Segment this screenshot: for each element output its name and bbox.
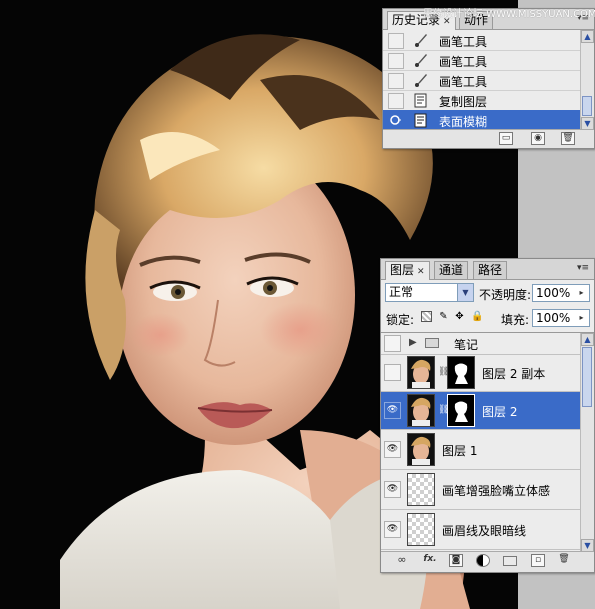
opacity-value: 100%	[536, 286, 571, 300]
tab-paths[interactable]: 路径	[473, 261, 508, 279]
chevron-down-icon[interactable]: ▸	[575, 311, 588, 325]
layer-thumbnail	[407, 394, 435, 427]
layer-mask-thumbnail[interactable]	[447, 394, 475, 427]
visibility-toggle[interactable]	[384, 364, 401, 381]
brush-icon	[413, 72, 429, 88]
history-item-selected[interactable]: 表面模糊	[383, 110, 580, 131]
link-icon[interactable]: ∞	[395, 554, 409, 567]
visibility-toggle[interactable]	[384, 335, 401, 352]
brush-icon	[413, 52, 429, 68]
history-item-label: 复制图层	[439, 95, 488, 109]
layers-panel-tabbar: 图层 ✕ 通道 路径 ▾≡	[381, 259, 594, 280]
layer-mask-thumbnail[interactable]	[447, 356, 475, 389]
layer-row-selected[interactable]: 👁 ⛓ 图层 2	[381, 392, 580, 430]
folder-icon	[425, 338, 439, 348]
chain-link-icon[interactable]: ⛓	[438, 405, 449, 416]
eye-icon[interactable]: 👁	[384, 481, 401, 498]
layers-scrollbar[interactable]: ▲ ▼	[580, 333, 594, 552]
history-list: 画笔工具 画笔工具 画笔工具 复制图层 表面模糊 ▲ ▼	[383, 30, 594, 131]
tab-paths-label: 路径	[478, 263, 503, 277]
chain-link-icon[interactable]: ⛓	[438, 367, 449, 378]
history-item[interactable]: 复制图层	[383, 90, 580, 111]
panel-menu-icon[interactable]: ▾≡	[576, 262, 590, 275]
layers-footer: ∞ fx. ◙ ▫ 🗑	[381, 551, 594, 572]
scroll-up-icon[interactable]: ▲	[581, 333, 594, 346]
new-layer-icon[interactable]: ▫	[531, 554, 545, 567]
history-item-label: 画笔工具	[439, 55, 488, 69]
history-item-label: 画笔工具	[439, 75, 488, 89]
layer-thumbnail	[407, 473, 435, 506]
watermark: 思缘设计论坛 WWW.MISSYUAN.COM	[423, 9, 595, 20]
layer-name: 画笔增强脸嘴立体感	[442, 484, 551, 498]
layer-list: ▶ 笔记 ⛓ 图层 2 副本 👁 ⛓ 图层 2 👁 图层 1 👁 画笔增强脸嘴立…	[381, 332, 594, 552]
layer-name: 图层 1	[442, 444, 478, 458]
layer-name: 画眉线及眼暗线	[442, 524, 527, 538]
history-item-label: 表面模糊	[439, 115, 488, 129]
layer-row[interactable]: ⛓ 图层 2 副本	[381, 355, 580, 392]
layer-thumbnail	[407, 356, 435, 389]
close-icon[interactable]: ✕	[417, 267, 425, 277]
history-scrollbar[interactable]: ▲ ▼	[580, 30, 594, 130]
layer-row-group[interactable]: ▶ 笔记	[381, 333, 580, 355]
fill-field[interactable]: 100% ▸	[532, 309, 590, 327]
fill-label: 填充:	[501, 313, 530, 327]
chevron-down-icon: ▼	[457, 284, 473, 301]
tab-layers[interactable]: 图层 ✕	[385, 261, 430, 280]
snapshot-source-checkbox[interactable]	[388, 73, 404, 89]
tab-channels[interactable]: 通道	[434, 261, 469, 279]
fill-value: 100%	[536, 311, 571, 325]
mask-icon[interactable]: ◙	[449, 554, 463, 567]
layer-name: 图层 2	[482, 405, 518, 419]
tab-layers-label: 图层	[390, 263, 415, 277]
scroll-up-icon[interactable]: ▲	[581, 30, 594, 43]
lock-label: 锁定:	[386, 313, 415, 327]
history-footer: ▭ ◉ 🗑	[383, 129, 594, 148]
lock-all-icon[interactable]: 🔒	[471, 311, 483, 322]
scroll-thumb[interactable]	[582, 347, 592, 407]
history-panel: 历史记录 ✕ 动作 ▾≡ 思缘设计论坛 WWW.MISSYUAN.COM 画笔工具…	[382, 8, 595, 149]
blend-mode-select[interactable]: 正常 ▼	[385, 283, 474, 302]
history-item[interactable]: 画笔工具	[383, 30, 580, 51]
history-brush-source-icon[interactable]	[388, 113, 402, 127]
disclosure-triangle-icon[interactable]: ▶	[409, 337, 417, 348]
snapshot-source-checkbox[interactable]	[388, 93, 404, 109]
history-item-label: 画笔工具	[439, 35, 488, 49]
lock-transparent-icon[interactable]	[421, 311, 432, 322]
history-state-icon	[413, 112, 429, 128]
blend-mode-value: 正常	[389, 285, 414, 299]
layer-name: 笔记	[454, 338, 479, 352]
folder-icon[interactable]	[503, 556, 517, 566]
layer-thumbnail	[407, 513, 435, 546]
layer-row[interactable]: 👁 图层 1	[381, 430, 580, 470]
layer-row[interactable]: 👁 画眉线及眼暗线	[381, 510, 580, 550]
eye-icon[interactable]: 👁	[384, 441, 401, 458]
lock-move-icon[interactable]: ✥	[454, 311, 465, 322]
adjustment-icon[interactable]	[476, 554, 490, 567]
eye-icon[interactable]: 👁	[384, 402, 401, 419]
camera-snapshot-icon[interactable]: ◉	[531, 132, 545, 145]
trash-icon[interactable]: 🗑	[561, 132, 575, 145]
scroll-thumb[interactable]	[582, 96, 592, 116]
chevron-down-icon[interactable]: ▸	[575, 286, 588, 300]
history-item[interactable]: 画笔工具	[383, 50, 580, 71]
opacity-label: 不透明度:	[479, 288, 532, 302]
trash-icon[interactable]: 🗑	[557, 554, 571, 567]
tab-channels-label: 通道	[439, 263, 464, 277]
opacity-field[interactable]: 100% ▸	[532, 284, 590, 302]
history-item[interactable]: 画笔工具	[383, 70, 580, 91]
brush-icon	[413, 32, 429, 48]
eye-icon[interactable]: 👁	[384, 521, 401, 538]
history-state-icon	[413, 92, 429, 108]
layers-panel: 图层 ✕ 通道 路径 ▾≡ 正常 ▼ 不透明度: 100% ▸ 锁定: ✎ ✥ 🔒…	[380, 258, 595, 573]
fx-icon[interactable]: fx.	[419, 554, 441, 567]
lock-paint-icon[interactable]: ✎	[438, 311, 449, 322]
layer-row[interactable]: 👁 画笔增强脸嘴立体感	[381, 470, 580, 510]
new-document-from-state-icon[interactable]: ▭	[499, 132, 513, 145]
snapshot-source-checkbox[interactable]	[388, 33, 404, 49]
layer-thumbnail	[407, 433, 435, 466]
fx-label: fx.	[423, 554, 437, 564]
snapshot-source-checkbox[interactable]	[388, 53, 404, 69]
layer-name: 图层 2 副本	[482, 367, 546, 381]
